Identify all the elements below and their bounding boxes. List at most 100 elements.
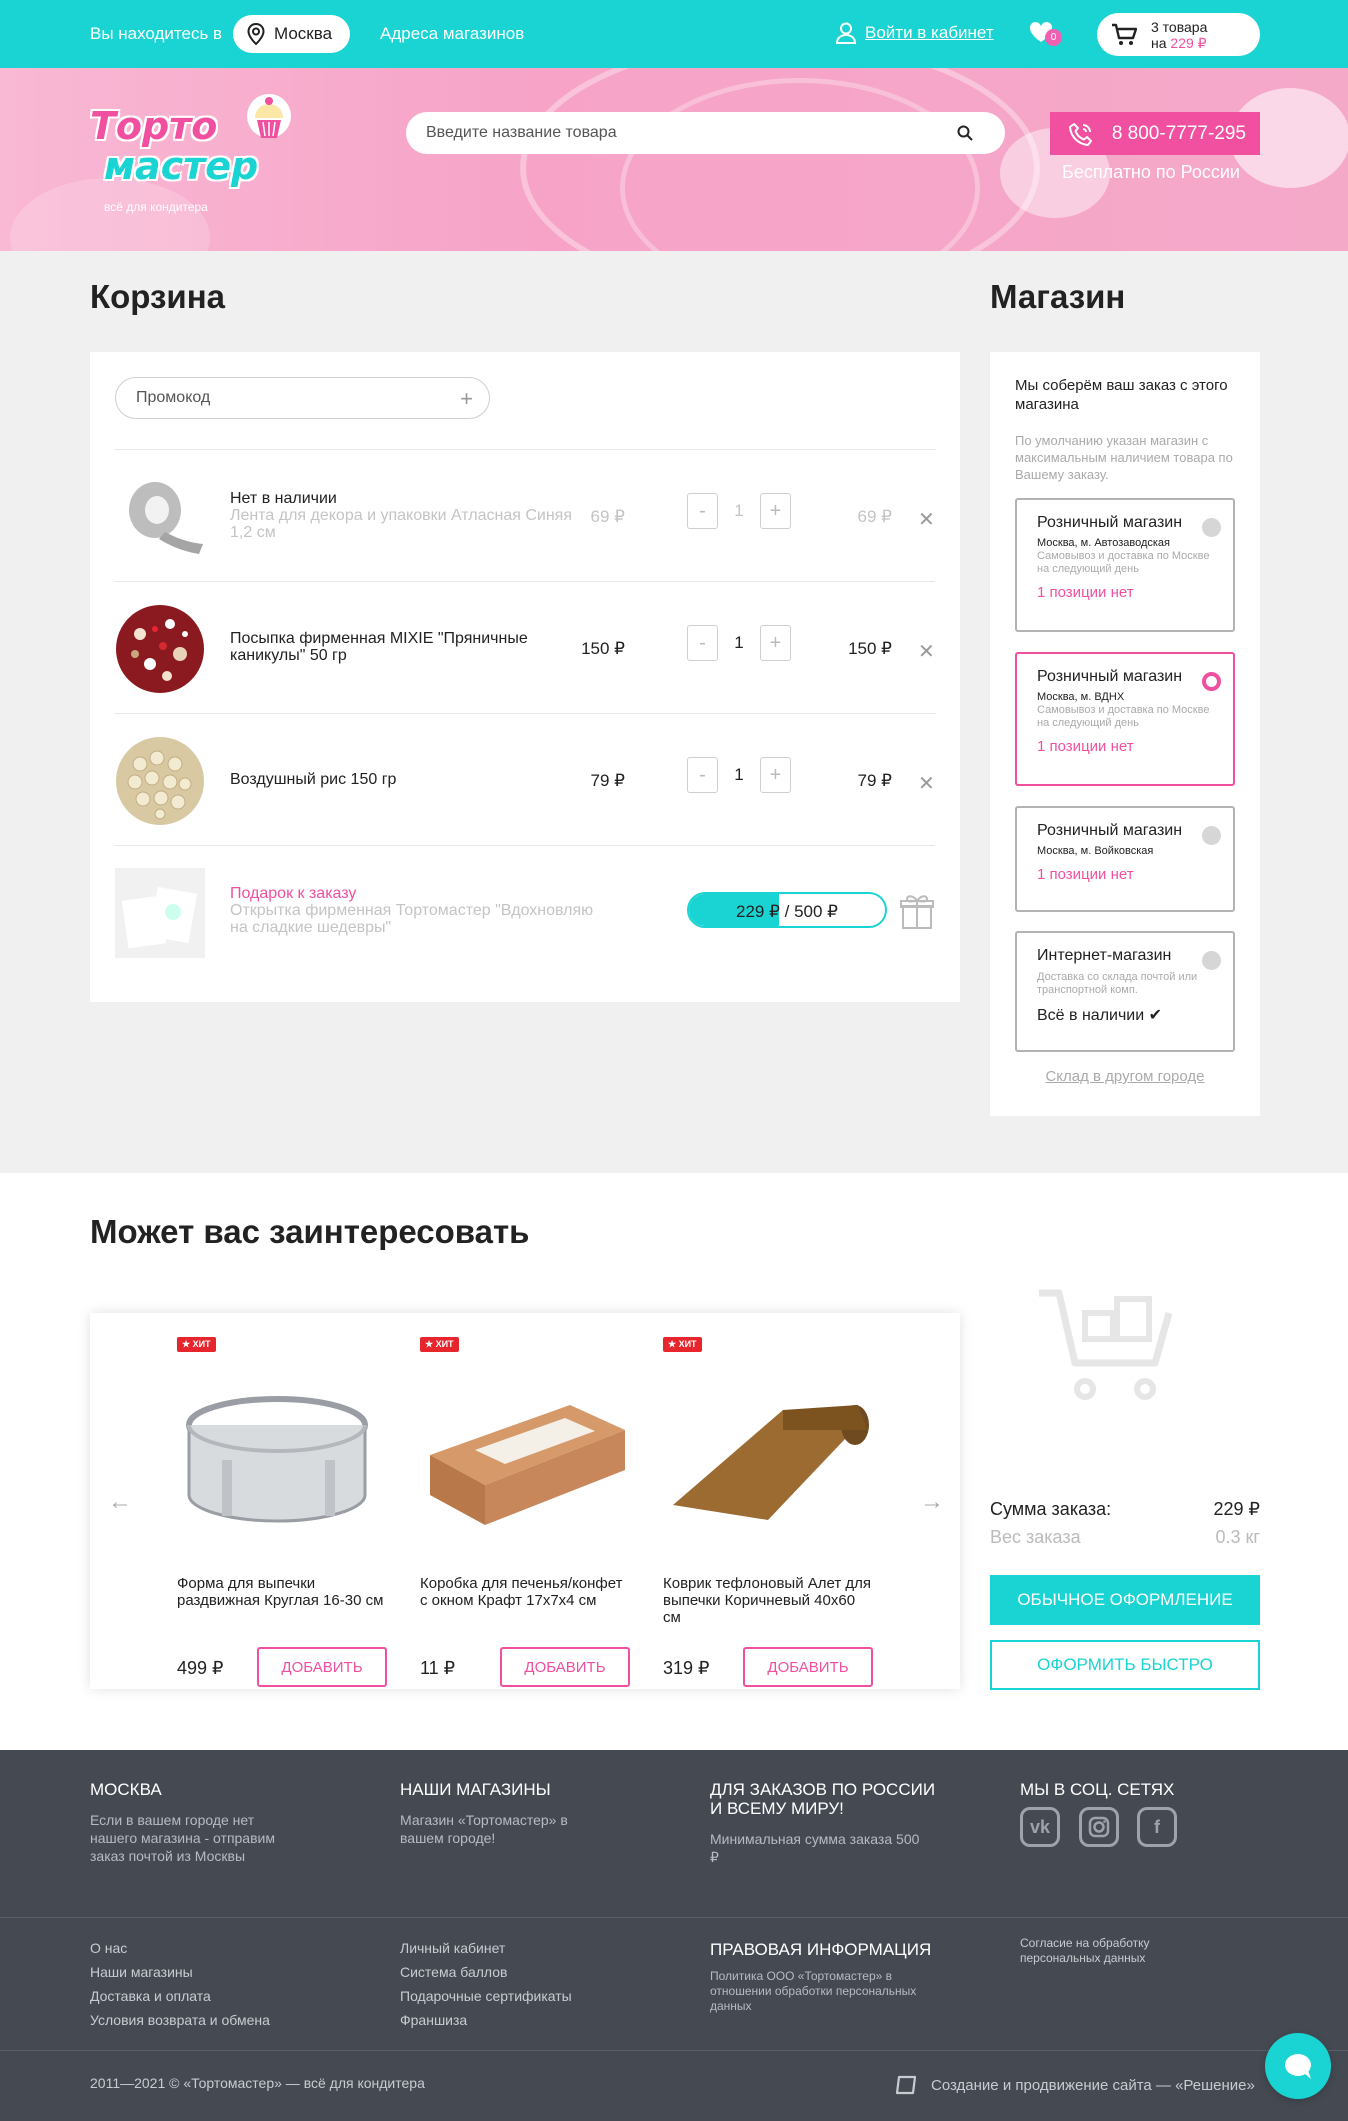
cart-count: 3 товара [1151,18,1208,35]
store-option-card[interactable]: Розничный магазин Москва, м. Войковская … [1015,806,1235,912]
store-type: Интернет-магазин [1037,947,1172,964]
cupcake-icon [247,94,291,138]
store-radio[interactable] [1202,518,1221,537]
footer-text[interactable]: Магазин «Тортомастер» в вашем городе! [400,1811,610,1847]
quantity-value[interactable]: 1 [727,633,751,653]
checkout-button[interactable]: ОБЫЧНОЕ ОФОРМЛЕНИЕ [990,1575,1260,1625]
user-icon [836,22,856,44]
store-address: Москва, м. Автозаводская [1037,537,1170,549]
add-to-cart-button[interactable]: ДОБАВИТЬ [500,1647,630,1687]
decrease-button[interactable]: - [687,625,718,661]
decrease-button[interactable]: - [687,493,718,529]
quantity-value[interactable]: 1 [727,765,751,785]
header-cart-button[interactable]: 3 товара на 229 ₽ [1097,13,1260,56]
puffed-rice-image [116,737,204,825]
footer-text: Минимальная сумма заказа 500 ₽ [710,1831,920,1865]
store-radio[interactable] [1202,951,1221,970]
item-sum: 69 ₽ [857,507,892,526]
store-address: Москва, м. Войковская [1037,845,1154,857]
footer-link[interactable]: Система баллов [400,1964,507,1980]
footer-link[interactable]: Доставка и оплата [90,1988,211,2004]
quantity-stepper: - 1 + [687,757,791,793]
gift-name: Открытка фирменная Тортомастер "Вдохновл… [230,902,594,936]
recommend-title: Может вас заинтересовать [90,1213,530,1250]
item-price: 69 ₽ [590,507,625,526]
item-price: 79 ₽ [590,771,625,790]
developer-link[interactable]: Создание и продвижение сайта — «Решение» [895,2075,1255,2095]
plus-icon[interactable]: + [460,386,473,412]
stores-link[interactable]: Адреса магазинов [380,24,524,44]
cart-illustration-icon [1039,1289,1173,1400]
wishlist-button[interactable]: 0 [1028,20,1062,46]
item-name[interactable]: Воздушный рис 150 гр [230,771,595,788]
store-radio[interactable] [1202,672,1221,691]
facebook-icon[interactable]: f [1137,1807,1177,1847]
footer-link[interactable]: О нас [90,1940,127,1956]
promo-code-input[interactable]: Промокод + [115,377,490,419]
login-link[interactable]: Войти в кабинет [836,22,994,44]
consent-link[interactable]: Согласие на обработку персональных данны… [1020,1936,1210,1966]
footer-link[interactable]: Личный кабинет [400,1940,505,1956]
footer-divider [0,2050,1348,2051]
chat-button[interactable] [1265,2033,1331,2099]
increase-button[interactable]: + [760,757,791,793]
cart-icon [1112,23,1137,45]
decrease-button[interactable]: - [687,757,718,793]
instagram-icon[interactable] [1079,1807,1119,1847]
product-name[interactable]: Форма для выпечки раздвижная Круглая 16-… [177,1575,389,1609]
product-price: 11 ₽ [420,1658,456,1678]
quick-checkout-button[interactable]: ОФОРМИТЬ БЫСТРО [990,1640,1260,1690]
item-price: 150 ₽ [581,639,625,658]
store-radio[interactable] [1202,826,1221,845]
gift-progress-current: 229 ₽ [735,902,780,921]
add-to-cart-button[interactable]: ДОБАВИТЬ [743,1647,873,1687]
quantity-value[interactable]: 1 [727,501,751,521]
logo-line2: мастер [104,144,259,188]
gift-label: Подарок к заказу [230,885,357,902]
order-weight-value: 0.3 кг [1215,1527,1260,1547]
item-name[interactable]: Посыпка фирменная MIXIE "Пряничные каник… [230,630,595,664]
top-bar: Вы находитесь в Москва Адреса магазинов … [0,0,1348,68]
order-total-label: Сумма заказа: [990,1499,1112,1519]
footer-link[interactable]: Наши магазины [90,1964,193,1980]
gift-icon [900,895,934,929]
arrow-right-icon[interactable]: → [920,1488,944,1516]
remove-icon[interactable]: ✕ [918,771,935,796]
arrow-left-icon[interactable]: ← [108,1488,132,1516]
product-name[interactable]: Коврик тефлоновый Алет для выпечки Корич… [663,1575,875,1626]
login-label: Войти в кабинет [865,23,994,42]
product-name[interactable]: Коробка для печенья/конфет с окном Крафт… [420,1575,632,1609]
instagram-glyph [1088,1816,1110,1838]
location-label: Вы находитесь в [90,24,223,43]
footer-heading[interactable]: НАШИ МАГАЗИНЫ [400,1780,640,1799]
add-to-cart-button[interactable]: ДОБАВИТЬ [257,1647,387,1687]
store-availability: 1 позиции нет [1037,866,1134,883]
search-input[interactable]: Введите название товара [406,112,1005,154]
footer-link[interactable]: Франшиза [400,2012,467,2028]
hit-badge-label: ХИТ [435,1339,454,1349]
phone-button[interactable]: 8 800-7777-295 [1050,112,1260,155]
remove-icon[interactable]: ✕ [918,507,935,532]
store-title: Магазин [990,278,1126,315]
legal-policy-link[interactable]: Политика ООО «Тортомастер» в отношении о… [710,1969,930,2014]
city-selector[interactable]: Москва [233,15,350,53]
search-placeholder: Введите название товара [426,124,617,141]
gift-progress-bar: 229 ₽ / 500 ₽ [687,892,887,928]
increase-button[interactable]: + [760,625,791,661]
cart-item: Воздушный рис 150 гр 79 ₽ - 1 + 79 ₽ ✕ [115,713,935,845]
other-city-link[interactable]: Склад в другом городе [990,1068,1260,1085]
increase-button[interactable]: + [760,493,791,529]
store-option-card[interactable]: Интернет-магазин Доставка со склада почт… [1015,931,1235,1052]
footer-link[interactable]: Условия возврата и обмена [90,2012,270,2028]
hit-badge-label: ХИТ [678,1339,697,1349]
store-option-card[interactable]: Розничный магазин Москва, м. ВДНХ Самовы… [1015,652,1235,786]
footer-link[interactable]: Подарочные сертификаты [400,1988,572,2004]
cart-item: Посыпка фирменная MIXIE "Пряничные каник… [115,581,935,713]
site-logo[interactable]: Торто мастер всё для кондитера [90,92,300,214]
vk-icon[interactable]: vk [1020,1807,1060,1847]
store-option-card[interactable]: Розничный магазин Москва, м. Автозаводск… [1015,498,1235,632]
item-name[interactable]: Лента для декора и упаковки Атласная Син… [230,507,595,541]
footer-city-column: МОСКВА Если в вашем городе нет нашего ма… [90,1780,330,1865]
remove-icon[interactable]: ✕ [918,639,935,664]
search-icon[interactable] [957,125,973,141]
